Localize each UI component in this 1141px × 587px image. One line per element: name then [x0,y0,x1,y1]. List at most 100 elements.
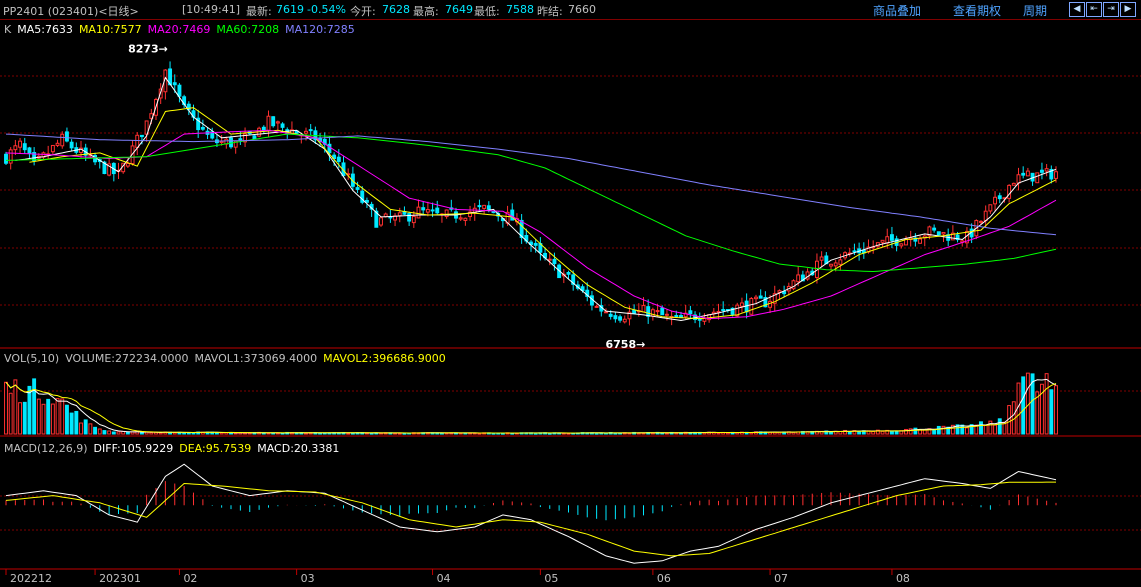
candle-body [13,145,18,151]
volume-bar [93,426,98,435]
volume-bar [983,424,988,435]
axis-tick-label: 06 [657,572,671,585]
candle-body [655,310,660,313]
volume-bar [993,424,998,435]
candle-body [838,259,843,265]
ma5-line [15,76,1057,322]
legend-diff: DIFF:105.9229 [94,442,174,455]
volume-bar [74,410,79,435]
volume-bar [4,381,8,435]
volume-bar [932,429,937,435]
candle-body [1039,169,1044,173]
candle [646,299,651,324]
candle-body [22,143,27,151]
axis-tick-label: 03 [301,572,315,585]
candle [683,304,688,320]
candle-body [936,231,941,236]
volume-bar [18,402,23,435]
axis-tick-label: 202301 [99,572,141,585]
candle [1030,172,1035,186]
candle [271,116,276,128]
candle [163,69,168,100]
candle [538,237,543,261]
candle [1011,182,1016,186]
candle [374,207,379,228]
ma10-line [29,107,1057,320]
legends: K MA5:7633 MA10:7577 MA20:7469 MA60:7208 MA12… [4,23,446,455]
candle-body [280,123,285,128]
candle [135,132,140,156]
volume-bar [829,431,833,435]
candle-body [852,250,857,253]
candle-body [646,306,651,317]
candle [838,253,843,271]
volume-bar [41,403,46,435]
candle-body [688,310,693,315]
candle [697,312,702,328]
candle-body [1054,171,1058,179]
kline-chart[interactable]: 8273→6758→ 202212 202301 02 03 04 05 06 07 08 KM… [0,0,1141,587]
volume-bar [988,420,993,435]
volume-bar [158,432,163,435]
candle [702,313,707,325]
volume-bar [908,428,913,435]
volume-bar [46,398,51,435]
legend-K: K [4,23,12,36]
candle [1025,167,1030,177]
legend-mavol1: MAVOL1:373069.4000 [194,352,317,365]
candle [393,213,398,227]
candle-body [125,163,130,167]
candle-body [1021,172,1026,176]
price-panel: 8273→ 6758→ [4,43,1058,351]
candle-body [608,313,613,317]
candle [449,199,454,212]
candle [805,268,810,281]
candle [575,280,580,291]
candle [622,315,627,324]
candle [435,200,440,215]
candle [721,301,726,316]
candle [519,214,524,244]
candle [421,200,426,216]
candle [289,121,294,135]
volume-bar [941,425,946,435]
candle [168,61,173,86]
candle-body [219,140,224,144]
candle-body [275,121,280,124]
candle [275,120,280,131]
candle-body [768,300,773,308]
candle-body [510,209,515,221]
candle [27,146,32,158]
candle [1039,162,1044,180]
candle [4,151,8,166]
candle [482,204,487,215]
macd-panel [5,463,1057,564]
candle [107,158,112,177]
candle-body [364,199,369,203]
volume-bar [1044,373,1049,435]
volume-bar [69,412,74,435]
candle [1016,167,1021,191]
candle-body [702,317,707,322]
candle [739,297,744,313]
candle-body [1011,182,1016,186]
candle-body [411,215,416,224]
volume-bar [725,432,730,435]
candle [93,152,98,166]
volume-bar [880,430,885,435]
candle-body [18,140,23,148]
volume-bar [964,427,969,435]
candle-body [463,217,468,221]
volume-bar [111,431,116,435]
candle [913,233,918,247]
candle [463,217,468,226]
ma120-line [5,133,1057,236]
candle [8,147,13,170]
candle [791,279,796,291]
mavol2-line [5,381,1057,434]
candle-body [932,227,937,231]
candle-body [899,243,904,247]
candle [111,162,116,182]
candle [964,227,969,249]
candle-body [533,242,538,246]
